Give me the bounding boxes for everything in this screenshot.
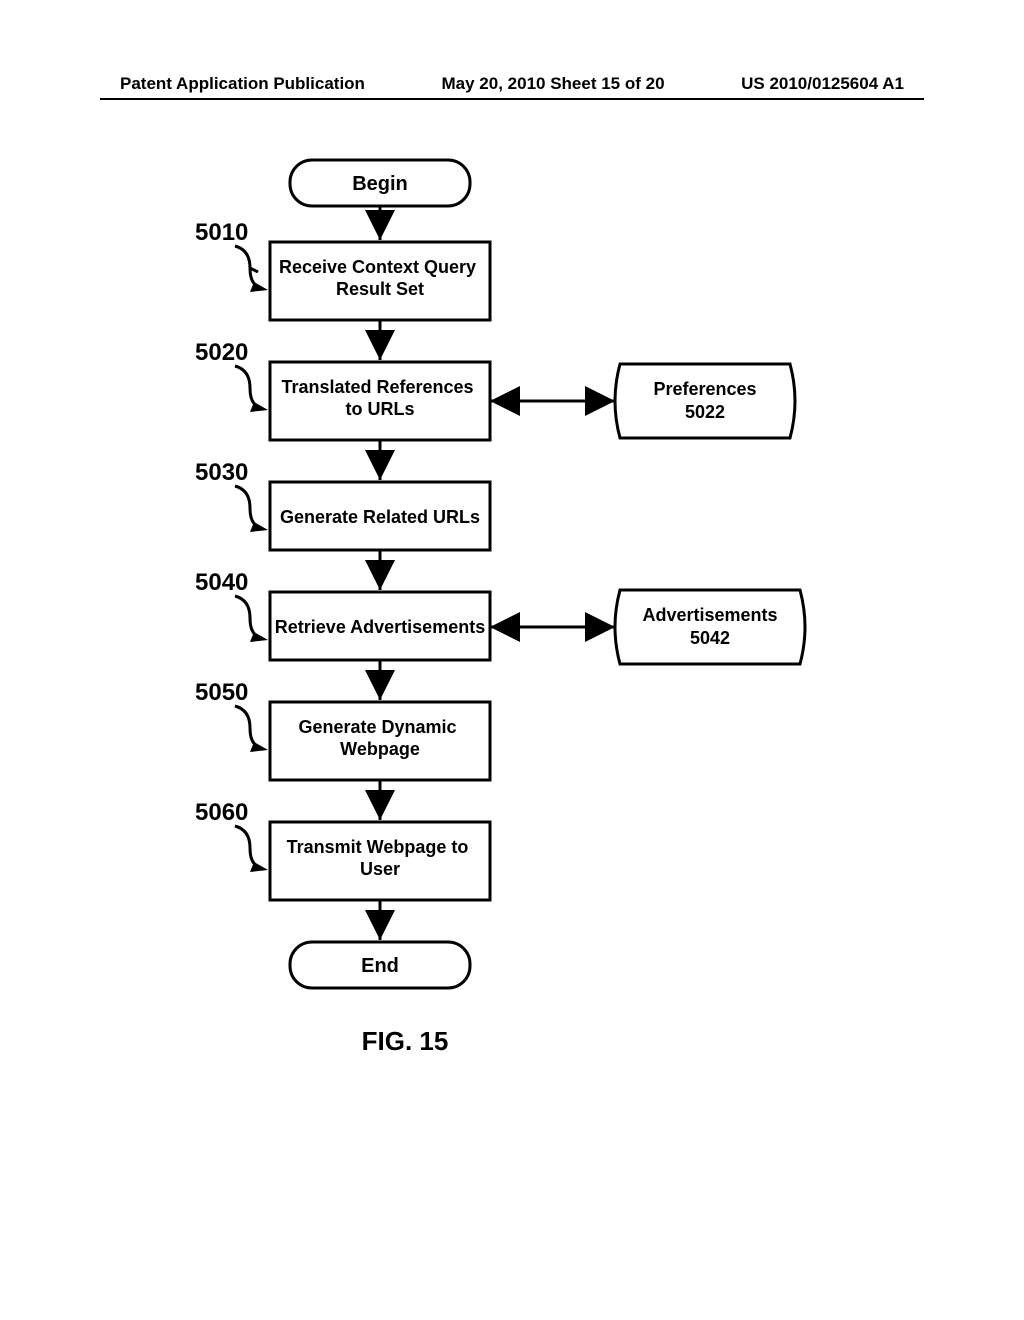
svg-text:5010: 5010 xyxy=(195,219,248,246)
terminator-end: End xyxy=(290,942,470,988)
ref-5010: 5010 xyxy=(195,219,268,292)
step-5010: Receive Context Query Result Set xyxy=(270,242,490,320)
svg-text:Preferences: Preferences xyxy=(653,379,756,399)
header-rule xyxy=(100,98,924,100)
page-header: Patent Application Publication May 20, 2… xyxy=(0,74,1024,94)
step-5020: Translated References to URLs xyxy=(270,362,490,440)
side-advertisements: Advertisements 5042 xyxy=(615,590,805,664)
step-5050: Generate Dynamic Webpage xyxy=(270,702,490,780)
ref-5050: 5050 xyxy=(195,679,268,752)
terminator-begin: Begin xyxy=(290,160,470,206)
svg-text:5030: 5030 xyxy=(195,459,248,486)
svg-text:Generate Related URLs: Generate Related URLs xyxy=(280,507,480,527)
step-5030: Generate Related URLs xyxy=(270,482,490,550)
step-5040: Retrieve Advertisements xyxy=(270,592,490,660)
svg-text:5042: 5042 xyxy=(690,628,730,648)
flowchart: Begin Receive Context Query Result Set 5… xyxy=(150,150,890,1250)
ref-5030: 5030 xyxy=(195,459,268,532)
side-preferences: Preferences 5022 xyxy=(615,364,795,438)
step-5060: Transmit Webpage to User xyxy=(270,822,490,900)
svg-text:End: End xyxy=(361,955,399,977)
svg-text:5022: 5022 xyxy=(685,402,725,422)
ref-5060: 5060 xyxy=(195,799,268,872)
header-center: May 20, 2010 Sheet 15 of 20 xyxy=(442,74,665,94)
page: Patent Application Publication May 20, 2… xyxy=(0,0,1024,1320)
svg-text:5050: 5050 xyxy=(195,679,248,706)
svg-text:5040: 5040 xyxy=(195,569,248,596)
figure-caption: FIG. 15 xyxy=(362,1026,449,1056)
svg-text:5060: 5060 xyxy=(195,799,248,826)
header-right: US 2010/0125604 A1 xyxy=(741,74,904,94)
svg-text:Begin: Begin xyxy=(352,173,408,195)
ref-5020: 5020 xyxy=(195,339,268,412)
header-left: Patent Application Publication xyxy=(120,74,365,94)
svg-text:Retrieve Advertisements: Retrieve Advertisements xyxy=(275,617,485,637)
ref-5040: 5040 xyxy=(195,569,268,642)
svg-text:5020: 5020 xyxy=(195,339,248,366)
svg-text:Advertisements: Advertisements xyxy=(642,605,777,625)
